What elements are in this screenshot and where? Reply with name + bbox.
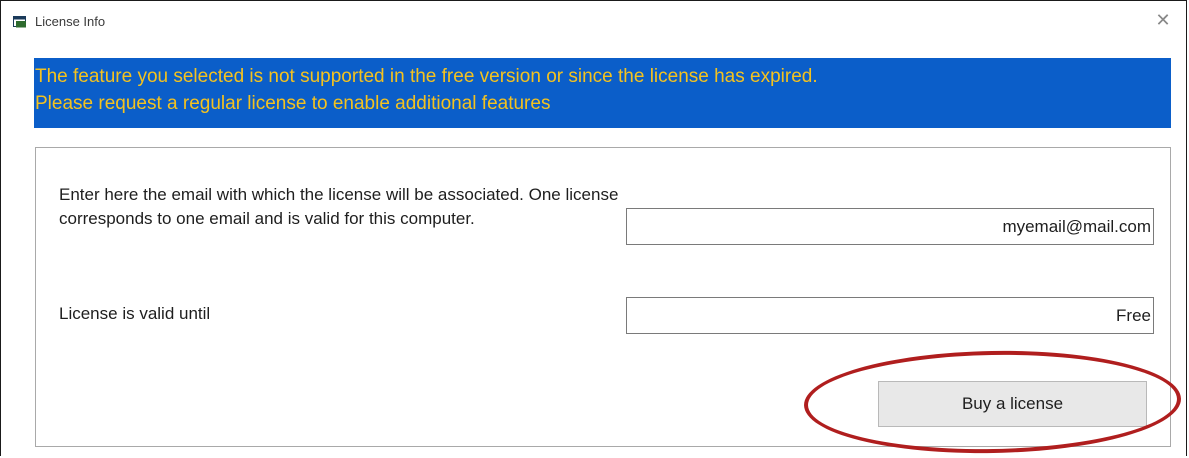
warning-banner: The feature you selected is not supporte… (34, 58, 1171, 128)
close-icon[interactable]: ✕ (1140, 1, 1186, 39)
email-field[interactable] (626, 208, 1154, 245)
valid-until-label: License is valid until (59, 304, 211, 323)
window-app-icon (13, 15, 27, 28)
valid-until-field[interactable] (626, 297, 1154, 334)
window-title: License Info (35, 14, 106, 29)
title-bar[interactable]: License Info ✕ (1, 1, 1186, 39)
license-info-window: License Info ✕ The feature you selected … (0, 0, 1187, 457)
email-label: Enter here the email with which the lice… (59, 185, 619, 228)
buy-license-button[interactable]: Buy a license (878, 381, 1147, 427)
banner-line-2: Please request a regular license to enab… (35, 93, 551, 114)
banner-line-1: The feature you selected is not supporte… (35, 66, 818, 87)
